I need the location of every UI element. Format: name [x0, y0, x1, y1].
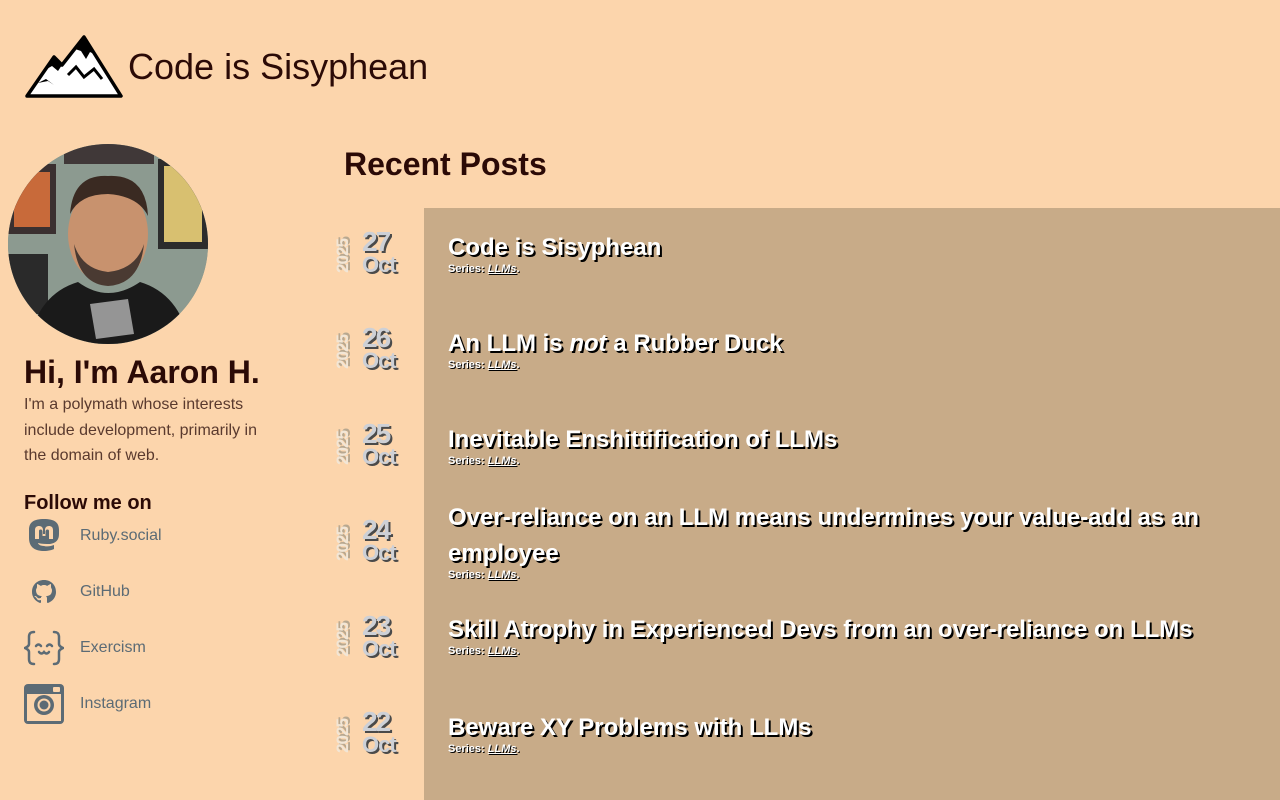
mastodon-icon[interactable]	[24, 516, 64, 556]
series-link[interactable]: LLMs	[488, 645, 517, 657]
social-link-exercism[interactable]: Exercism	[80, 639, 146, 657]
series-suffix: .	[516, 455, 520, 467]
post-title-link[interactable]: Skill Atrophy in Experienced Devs from a…	[448, 612, 1208, 648]
site-header: Code is Sisyphean	[24, 34, 428, 100]
post-series: Series: LLMs.	[448, 568, 1208, 582]
series-suffix: .	[516, 569, 520, 581]
post-date: 2025 23 Oct	[330, 610, 410, 668]
post-year: 2025	[333, 239, 352, 273]
series-link[interactable]: LLMs	[488, 359, 517, 371]
post-date: 2025 27 Oct	[330, 226, 410, 284]
post-title-link[interactable]: Beware XY Problems with LLMs	[448, 710, 1208, 746]
series-prefix: Series:	[448, 743, 485, 755]
series-link[interactable]: LLMs	[488, 455, 517, 467]
exercism-icon[interactable]	[24, 628, 64, 668]
social-item-github: GitHub	[24, 572, 162, 612]
series-prefix: Series:	[448, 569, 485, 581]
author-greeting: Hi, I'm Aaron H.	[24, 354, 260, 390]
series-prefix: Series:	[448, 263, 485, 275]
post-date: 2025 24 Oct	[330, 514, 410, 572]
series-prefix: Series:	[448, 645, 485, 657]
post-date: 2025 26 Oct	[330, 322, 410, 380]
social-link-mastodon[interactable]: Ruby.social	[80, 527, 162, 545]
post-date: 2025 22 Oct	[330, 706, 410, 764]
post-year: 2025	[333, 719, 352, 753]
post-year: 2025	[333, 431, 352, 465]
post-title-link[interactable]: Over-reliance on an LLM means undermines…	[448, 500, 1208, 572]
social-item-mastodon: Ruby.social	[24, 516, 162, 556]
follow-heading: Follow me on	[24, 492, 152, 514]
post-month: Oct	[362, 732, 397, 757]
post-month: Oct	[362, 252, 397, 277]
post-item: 2025 25 Oct Inevitable Enshittification …	[330, 400, 1280, 496]
post-title-link[interactable]: An LLM is not a Rubber Duck	[448, 326, 1208, 362]
post-year: 2025	[333, 623, 352, 657]
github-icon[interactable]	[24, 572, 64, 612]
recent-posts-heading: Recent Posts	[344, 146, 547, 182]
series-suffix: .	[516, 645, 520, 657]
post-item: 2025 22 Oct Beware XY Problems with LLMs…	[330, 688, 1280, 784]
post-year: 2025	[333, 527, 352, 561]
post-month: Oct	[362, 348, 397, 373]
series-suffix: .	[516, 359, 520, 371]
series-link[interactable]: LLMs	[488, 743, 517, 755]
series-link[interactable]: LLMs	[488, 569, 517, 581]
series-prefix: Series:	[448, 455, 485, 467]
post-item: 2025 23 Oct Skill Atrophy in Experienced…	[330, 592, 1280, 688]
series-link[interactable]: LLMs	[488, 263, 517, 275]
avatar	[8, 144, 208, 344]
title-part: a Rubber Duck	[606, 330, 783, 357]
title-emphasis: not	[569, 330, 607, 357]
post-month: Oct	[362, 540, 397, 565]
post-year: 2025	[333, 335, 352, 369]
post-month: Oct	[362, 444, 397, 469]
social-links: Ruby.social GitHub Exercism Instagram	[24, 516, 162, 740]
social-link-instagram[interactable]: Instagram	[80, 695, 151, 713]
post-item: 2025 26 Oct An LLM is not a Rubber Duck …	[330, 304, 1280, 400]
post-date: 2025 25 Oct	[330, 418, 410, 476]
post-month: Oct	[362, 636, 397, 661]
post-item: 2025 24 Oct Over-reliance on an LLM mean…	[330, 496, 1280, 592]
social-item-exercism: Exercism	[24, 628, 162, 668]
post-title-link[interactable]: Inevitable Enshittification of LLMs	[448, 422, 1208, 458]
series-suffix: .	[516, 743, 520, 755]
author-bio: I'm a polymath whose interests include d…	[24, 396, 257, 464]
series-suffix: .	[516, 263, 520, 275]
site-title-link[interactable]: Code is Sisyphean	[128, 49, 428, 85]
post-title-link[interactable]: Code is Sisyphean	[448, 230, 1208, 266]
social-item-instagram: Instagram	[24, 684, 162, 724]
post-item: 2025 27 Oct Code is Sisyphean Series: LL…	[330, 208, 1280, 304]
title-part: An LLM is	[448, 330, 570, 357]
instagram-icon[interactable]	[24, 684, 64, 724]
series-prefix: Series:	[448, 359, 485, 371]
mountain-logo-icon[interactable]	[24, 35, 124, 99]
social-link-github[interactable]: GitHub	[80, 583, 130, 601]
